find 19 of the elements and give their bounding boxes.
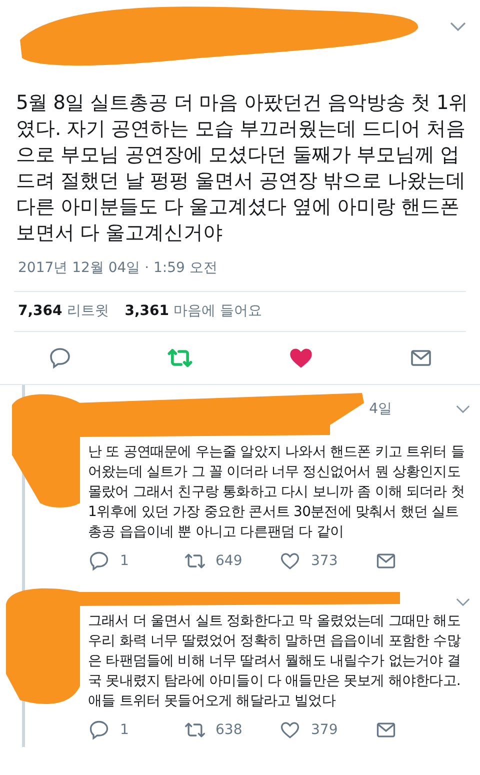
timestamp: 2017년 12월 04일 · 1:59 오전 bbox=[17, 259, 218, 278]
reply-text: 난 또 공연때문에 우는줄 알았지 나와서 핸드폰 키고 트위터 들어왔는데 실트가 그 꼴 이더라 너무 정신없어서 뭔 상황인지도 몰랐어 그래서 친구랑 통화하고 다시 보니까 좀 이해 되더라 첫 1위후에 있던 가장 중요한 콘서트 30분전에 맞춰서 했던 실트총공 읍읍이네 뿐 아니고 다른팬덤 다 같이 bbox=[88, 443, 466, 542]
chevron-icon[interactable] bbox=[456, 404, 470, 414]
comment-icon bbox=[88, 550, 110, 572]
retweet-button[interactable]: 638 bbox=[184, 719, 242, 741]
reply-button[interactable]: 1 bbox=[88, 719, 129, 741]
reply-time: 4일 bbox=[369, 400, 392, 419]
retweet-count-label: 7,364 리트윗 bbox=[18, 302, 109, 321]
comment-icon bbox=[88, 719, 110, 741]
like-button[interactable]: 379 bbox=[279, 719, 338, 741]
reply-button[interactable]: 1 bbox=[88, 550, 129, 572]
reply-button[interactable] bbox=[48, 345, 72, 371]
retweet-button[interactable]: 649 bbox=[184, 550, 242, 572]
chevron-icon[interactable] bbox=[450, 22, 466, 32]
reply-text: 그래서 더 울면서 실트 정화한다고 막 올렸었는데 그때만 해도 우리 화력 너무 딸렸었어 정확히 말하면 읍읍이네 포함한 수많은 타팬덤들에 비해 너무 딸려서 뭘해도 내릴수가 없는거야 결국 못내렸지 탐라에 아미들이 다 애들만은 못보게 해야한다고. 애들 트위터 못들어오게 해달라고 빌었다 bbox=[88, 612, 462, 711]
like-button[interactable]: 373 bbox=[279, 550, 338, 572]
like-count-label: 3,361 마음에 들어요 bbox=[124, 302, 262, 321]
chevron-icon[interactable] bbox=[456, 598, 470, 607]
tweet-text: 5월 8일 실트총공 더 마음 아팠던건 음악방송 첫 1위였다. 자기 공연하는 모습 부끄러웠는데 드디어 처음으로 부모님 공연장에 모셨다던 둘째가 부모님께 업드려 절했던 날 펑펑 울면서 공연장 밖으로 나왔는데 다른 아미분들도 다 울고계셨다 옆에 아미랑 핸드폰 보면서 다 울고계신거야 bbox=[15, 90, 469, 246]
